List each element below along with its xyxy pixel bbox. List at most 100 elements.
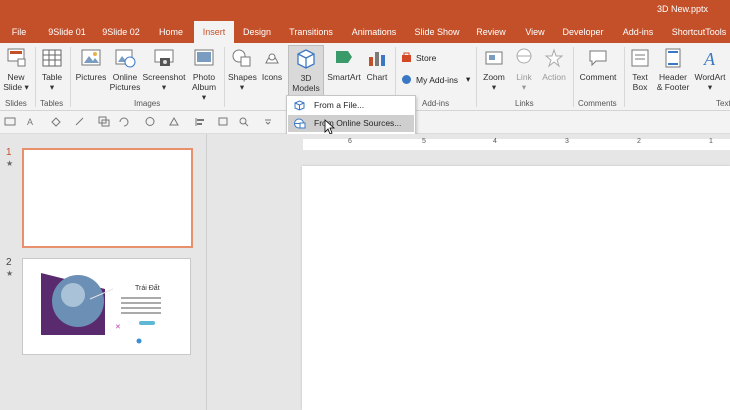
store-button[interactable]: Store xyxy=(401,52,436,63)
slide-thumbnail-pane: 1 ★ 2 ★ ✕ Trái Đất xyxy=(0,134,207,410)
font-color-icon[interactable]: A xyxy=(26,116,38,127)
slide-canvas[interactable] xyxy=(302,166,730,410)
shapes-button[interactable]: Shapes ▾ xyxy=(228,47,257,92)
arrange-icon[interactable] xyxy=(98,116,110,127)
tab-slide-show[interactable]: Slide Show xyxy=(412,21,462,43)
slide-2-preview-graphic: ✕ xyxy=(41,273,161,344)
comment-label: Comment xyxy=(579,72,617,82)
tab-shortcuttools[interactable]: ShortcutTools xyxy=(668,21,730,43)
customize-toolbar-icon[interactable] xyxy=(262,116,274,127)
tab-review[interactable]: Review xyxy=(474,21,508,43)
ruler-label: 2 xyxy=(637,138,641,145)
tab-file[interactable]: File xyxy=(4,21,34,43)
animation-star-icon: ★ xyxy=(6,159,14,168)
action-button[interactable]: Action xyxy=(540,47,568,82)
my-add-ins-label: My Add-ins xyxy=(416,74,459,85)
link-icon xyxy=(516,48,532,64)
store-icon xyxy=(402,52,411,62)
text-box-label-1: Text xyxy=(632,72,648,82)
svg-text:A: A xyxy=(27,117,33,127)
tab-insert[interactable]: Insert xyxy=(194,21,234,43)
find-icon[interactable] xyxy=(238,116,250,127)
3d-models-label-2: Models xyxy=(292,83,320,93)
tab-9slide-02[interactable]: 9Slide 02 xyxy=(97,21,145,43)
group-separator xyxy=(70,47,71,107)
svg-text:A: A xyxy=(703,49,716,69)
text-frame-icon[interactable] xyxy=(4,116,16,127)
group-label-tables: Tables xyxy=(40,99,64,108)
tab-transitions[interactable]: Transitions xyxy=(285,21,337,43)
wordart-icon: A xyxy=(703,49,716,69)
new-slide-icon xyxy=(7,48,26,67)
chevron-down-icon: ▾ xyxy=(466,74,471,84)
chart-label: Chart xyxy=(366,72,388,82)
animation-star-icon: ★ xyxy=(6,269,14,278)
tab-home[interactable]: Home xyxy=(152,21,190,43)
zoom-button[interactable]: Zoom ▾ xyxy=(480,47,508,92)
header-footer-button[interactable]: Header & Footer xyxy=(655,47,691,92)
group-label-slides: Slides xyxy=(5,99,27,108)
new-slide-button[interactable]: New Slide ▾ xyxy=(3,47,29,92)
screenshot-button[interactable]: Screenshot ▾ xyxy=(141,47,187,92)
comment-button[interactable]: Comment xyxy=(577,47,619,82)
mouse-cursor-icon xyxy=(324,119,336,135)
slide-number-1: 1 xyxy=(6,147,12,158)
slide-thumbnail-1[interactable] xyxy=(22,148,193,248)
tab-view[interactable]: View xyxy=(520,21,550,43)
online-pictures-label-2: Pictures xyxy=(109,82,141,92)
slide-2-title: Trái Đất xyxy=(135,285,160,292)
3d-models-button[interactable]: 3D Models ▾ xyxy=(288,45,324,103)
shape-fill-icon[interactable] xyxy=(50,116,62,127)
my-add-ins-button[interactable]: My Add-ins ▾ xyxy=(401,74,470,85)
group-separator xyxy=(573,47,574,107)
header-footer-label-2: & Footer xyxy=(656,82,690,92)
tab-developer[interactable]: Developer xyxy=(558,21,608,43)
shapes-label: Shapes xyxy=(228,72,257,82)
rotate-icon[interactable] xyxy=(118,116,130,127)
selection-pane-icon[interactable] xyxy=(218,116,230,127)
comment-icon xyxy=(589,50,607,67)
shape-outline-icon[interactable] xyxy=(74,116,86,127)
link-label: Link xyxy=(516,72,532,82)
tab-animations[interactable]: Animations xyxy=(346,21,402,43)
chart-icon xyxy=(369,52,385,66)
tab-add-ins[interactable]: Add-ins xyxy=(618,21,658,43)
slide-number-2: 2 xyxy=(6,257,12,268)
ruler-label: 6 xyxy=(348,138,352,145)
quick-styles-icon[interactable] xyxy=(168,116,180,127)
tab-design[interactable]: Design xyxy=(239,21,275,43)
pictures-button[interactable]: Pictures xyxy=(74,47,108,82)
icons-button[interactable]: Icons xyxy=(259,47,285,82)
smartart-button[interactable]: SmartArt xyxy=(326,47,362,82)
text-box-button[interactable]: Text Box xyxy=(628,47,652,92)
from-online-sources-menu-item[interactable]: From Online Sources... xyxy=(288,115,414,132)
my-add-ins-icon xyxy=(402,75,411,84)
smartart-icon xyxy=(336,51,352,63)
tab-9slide-01[interactable]: 9Slide 01 xyxy=(44,21,90,43)
wordart-button[interactable]: A WordArt ▾ xyxy=(693,47,727,92)
link-button[interactable]: Link ▾ xyxy=(511,47,537,92)
online-pictures-button[interactable]: Online Pictures xyxy=(109,47,141,92)
3d-cube-icon xyxy=(297,49,315,69)
online-pictures-icon xyxy=(115,49,136,68)
table-button[interactable]: Table ▾ xyxy=(39,47,65,92)
chart-button[interactable]: Chart xyxy=(364,47,390,82)
group-label-comments: Comments xyxy=(578,99,617,108)
photo-album-label-1: Photo xyxy=(192,72,216,82)
align-icon[interactable] xyxy=(194,116,206,127)
photo-album-button[interactable]: Photo Album ▾ xyxy=(189,47,219,102)
group-icon[interactable] xyxy=(144,116,156,127)
globe-cube-icon xyxy=(294,118,306,129)
header-footer-icon xyxy=(665,48,681,68)
ruler-label: 5 xyxy=(422,138,426,145)
slide-thumbnail-2[interactable]: ✕ Trái Đất xyxy=(22,258,191,355)
screenshot-label: Screenshot xyxy=(142,72,186,82)
from-a-file-menu-item[interactable]: From a File... xyxy=(288,97,414,114)
horizontal-ruler[interactable]: 6 5 4 3 2 1 xyxy=(303,138,730,150)
pictures-icon xyxy=(81,49,101,66)
from-a-file-label: From a File... xyxy=(314,100,365,110)
text-box-icon xyxy=(631,49,649,67)
shapes-icon xyxy=(232,49,251,67)
ribbon-tabs: File 9Slide 01 9Slide 02 Home Insert Des… xyxy=(0,21,730,43)
group-label-text: Text xyxy=(716,99,730,108)
